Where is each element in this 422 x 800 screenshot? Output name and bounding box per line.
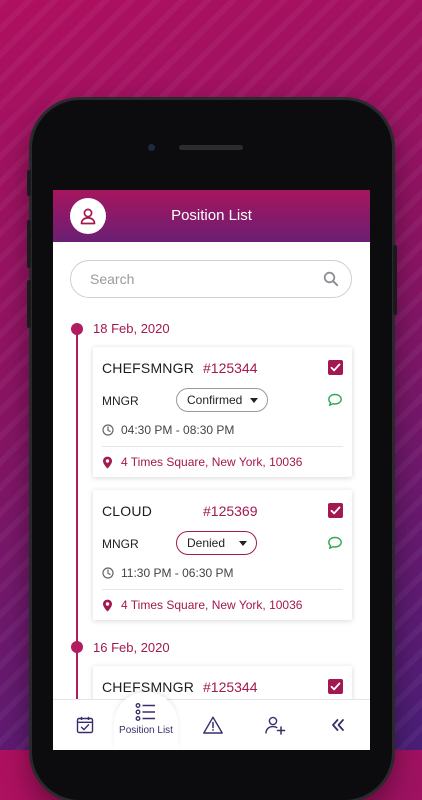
location-text: 4 Times Square, New York, 10036 xyxy=(121,598,303,612)
time-row: 04:30 PM - 08:30 PM xyxy=(102,423,234,437)
date-header: 16 Feb, 2020 xyxy=(93,640,170,655)
clock-icon xyxy=(102,567,114,579)
earpiece-speaker xyxy=(179,145,243,150)
checkmark-icon xyxy=(330,506,341,515)
clock-icon xyxy=(102,424,114,436)
double-chevron-left-icon xyxy=(332,719,344,731)
nav-item-alerts[interactable] xyxy=(198,700,228,750)
select-checkbox[interactable] xyxy=(328,503,343,518)
silent-switch xyxy=(27,170,31,196)
status-value: Denied xyxy=(187,536,226,550)
search-icon[interactable] xyxy=(323,271,339,287)
page-title: Position List xyxy=(171,207,252,224)
location-pin-icon xyxy=(103,456,112,469)
caret-down-icon xyxy=(250,397,259,403)
select-checkbox[interactable] xyxy=(328,360,343,375)
caret-down-icon xyxy=(239,540,248,546)
bottom-navigation: Position List xyxy=(53,692,370,750)
position-title: CLOUD xyxy=(102,503,153,519)
date-header: 18 Feb, 2020 xyxy=(93,321,170,336)
position-card[interactable]: CHEFSMNGR #125344 MNGR Confirmed 04:30 P… xyxy=(93,347,352,477)
position-id: #125344 xyxy=(203,360,258,376)
position-card[interactable]: CLOUD #125369 MNGR Denied 11:30 PM - 06:… xyxy=(93,490,352,620)
nav-item-calendar[interactable] xyxy=(70,700,100,750)
warning-icon xyxy=(203,716,223,734)
timeline-dot xyxy=(71,641,83,653)
card-divider xyxy=(102,446,343,447)
time-row: 11:30 PM - 06:30 PM xyxy=(102,566,234,580)
position-id: #125344 xyxy=(203,679,258,695)
timeline-dot xyxy=(71,323,83,335)
location-pin-icon xyxy=(103,599,112,612)
power-button xyxy=(393,245,397,315)
nav-item-collapse[interactable] xyxy=(323,700,353,750)
nav-item-add-user[interactable] xyxy=(260,700,290,750)
nav-item-position-list[interactable]: Position List xyxy=(114,694,178,744)
location-row[interactable]: 4 Times Square, New York, 10036 xyxy=(102,455,302,469)
role-label: MNGR xyxy=(102,537,139,551)
location-row[interactable]: 4 Times Square, New York, 10036 xyxy=(102,598,302,612)
chat-icon[interactable] xyxy=(327,393,343,407)
list-icon xyxy=(135,703,155,721)
nav-label: Position List xyxy=(119,725,173,736)
front-camera xyxy=(148,144,155,151)
volume-up-button xyxy=(27,220,31,268)
position-title: CHEFSMNGR xyxy=(102,360,195,376)
time-range: 11:30 PM - 06:30 PM xyxy=(121,566,234,580)
chat-icon[interactable] xyxy=(327,536,343,550)
checkmark-icon xyxy=(330,682,341,691)
role-label: MNGR xyxy=(102,394,139,408)
app-screen: Position List 18 Feb, 2020 CHEFSMNGR #12… xyxy=(53,190,370,750)
checkmark-icon xyxy=(330,363,341,372)
add-user-icon xyxy=(265,716,286,735)
status-dropdown[interactable]: Confirmed xyxy=(176,388,269,412)
location-text: 4 Times Square, New York, 10036 xyxy=(121,455,303,469)
volume-down-button xyxy=(27,280,31,328)
timeline-line xyxy=(76,326,78,750)
calendar-check-icon xyxy=(76,716,94,734)
position-id: #125369 xyxy=(203,503,258,519)
search-bar[interactable] xyxy=(70,260,352,298)
app-header: Position List xyxy=(53,190,370,242)
time-range: 04:30 PM - 08:30 PM xyxy=(121,423,235,437)
search-input[interactable] xyxy=(88,270,323,288)
status-dropdown[interactable]: Denied xyxy=(176,531,258,555)
status-value: Confirmed xyxy=(187,393,243,407)
select-checkbox[interactable] xyxy=(328,679,343,694)
card-divider xyxy=(102,589,343,590)
